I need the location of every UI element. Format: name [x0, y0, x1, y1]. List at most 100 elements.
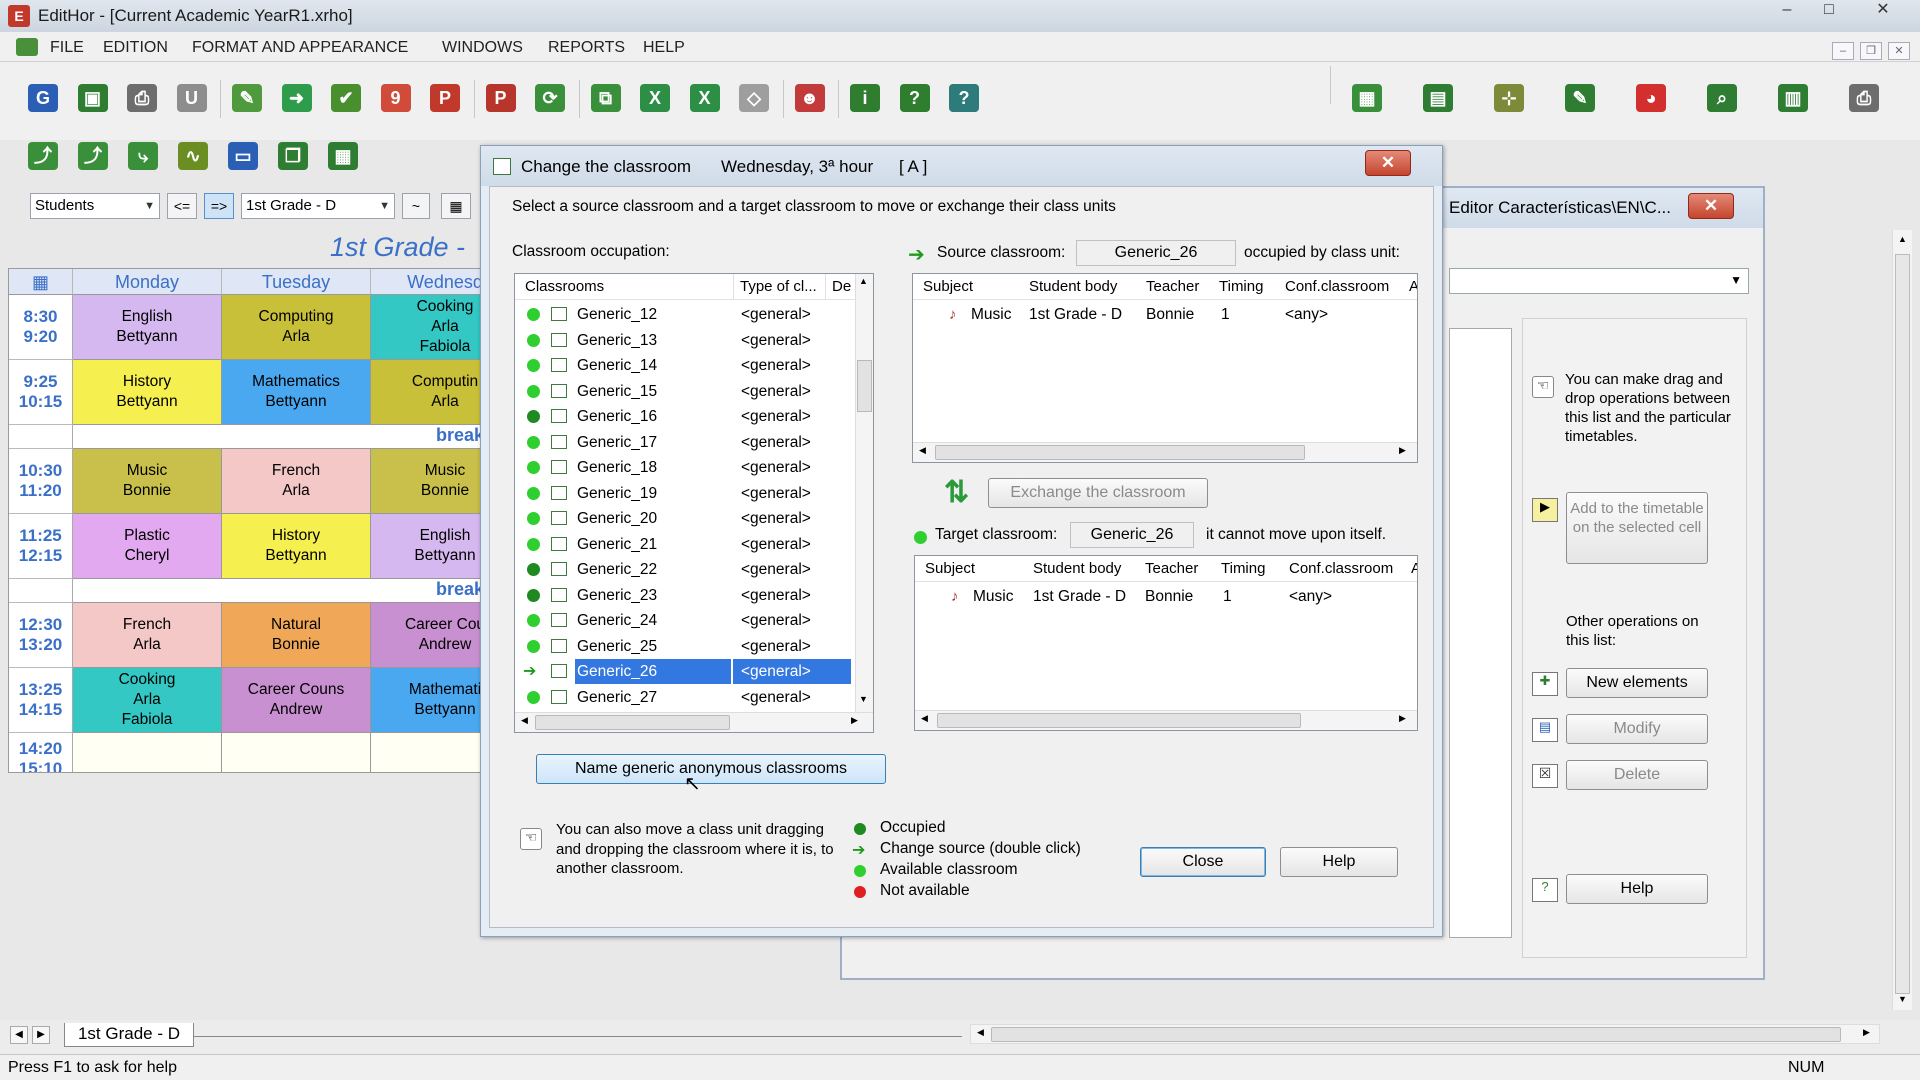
name-generic-classrooms-button[interactable]: Name generic anonymous classrooms: [536, 754, 886, 784]
timetable-cell[interactable]: Computing Arla: [222, 295, 371, 360]
units-column-header[interactable]: Subject: [923, 274, 973, 300]
exchange-classroom-button[interactable]: Exchange the classroom: [988, 478, 1208, 508]
units-column-header[interactable]: A: [1411, 556, 1417, 582]
help-button[interactable]: Help: [1280, 847, 1398, 877]
view-select[interactable]: Students ▼: [30, 193, 160, 219]
dialog-close-x-button[interactable]: ✕: [1365, 150, 1411, 176]
timetable-cell[interactable]: English Bettyann: [73, 295, 222, 360]
classroom-row[interactable]: Generic_21 <general>: [515, 532, 855, 558]
units-column-header[interactable]: Student body: [1029, 274, 1117, 300]
menu-reports[interactable]: REPORTS: [548, 39, 625, 57]
units-column-header[interactable]: A: [1409, 274, 1417, 300]
chart-edit-icon[interactable]: ✎: [232, 84, 262, 112]
timetable-cell[interactable]: Music Bonnie: [371, 449, 481, 514]
main-vscrollbar[interactable]: ▲ ▼: [1892, 230, 1912, 1010]
move-right-icon[interactable]: ⤷: [128, 142, 158, 170]
classroom-row[interactable]: Generic_16 <general>: [515, 404, 855, 430]
classroom-list-vscrollbar[interactable]: ▲ ▼: [855, 274, 873, 712]
help-icon[interactable]: ?: [899, 84, 930, 112]
timetable-cell[interactable]: Career Couns Andrew: [222, 668, 371, 733]
close-button[interactable]: Close: [1140, 847, 1266, 877]
classroom-row[interactable]: Generic_13 <general>: [515, 328, 855, 354]
timetable-cell[interactable]: French Arla: [222, 449, 371, 514]
table-icon[interactable]: ▥: [1778, 84, 1808, 112]
zoom-icon[interactable]: ⌕: [1707, 84, 1737, 112]
units-column-header[interactable]: Teacher: [1146, 274, 1199, 300]
timetable-cell[interactable]: Mathematics Bettyann: [222, 360, 371, 425]
refresh-icon[interactable]: ⟳: [535, 84, 565, 112]
timetable-cell[interactable]: Cooking Arla Fabiola: [73, 668, 222, 733]
menu-format[interactable]: FORMAT AND APPEARANCE: [192, 39, 408, 57]
timetable-cell[interactable]: Natural Bonnie: [222, 603, 371, 668]
timetable-cell[interactable]: History Bettyann: [73, 360, 222, 425]
tree-icon[interactable]: ⊹: [1494, 84, 1524, 112]
move-up-icon[interactable]: ⤴: [28, 142, 58, 170]
timetable-cell[interactable]: Music Bonnie: [73, 449, 222, 514]
eraser-icon[interactable]: ◇: [739, 84, 769, 112]
ghc-icon[interactable]: G: [28, 84, 58, 112]
classroom-row[interactable]: Generic_15 <general>: [515, 379, 855, 405]
col-type[interactable]: Type of cl...: [733, 274, 817, 300]
previous-button[interactable]: <=: [167, 193, 197, 219]
excel2-icon[interactable]: X: [689, 84, 720, 112]
units-column-header[interactable]: Timing: [1221, 556, 1265, 582]
export-icon[interactable]: ➜: [281, 84, 312, 112]
timetable-cell[interactable]: [222, 733, 371, 772]
palette-icon[interactable]: ◕: [1636, 84, 1666, 112]
classroom-row[interactable]: Generic_25 <general>: [515, 634, 855, 660]
hscroll-thumb[interactable]: [535, 715, 730, 730]
new-elements-button[interactable]: New elements: [1566, 668, 1708, 698]
units-column-header[interactable]: Conf.classroom: [1289, 556, 1393, 582]
main-hscrollbar[interactable]: ◀ ▶: [970, 1024, 1880, 1044]
units-column-header[interactable]: Subject: [925, 556, 975, 582]
classroom-row[interactable]: Generic_17 <general>: [515, 430, 855, 456]
hscroll-thumb[interactable]: [937, 713, 1301, 728]
features-editor-list[interactable]: [1449, 328, 1512, 938]
info-icon[interactable]: i: [850, 84, 880, 112]
classroom-row[interactable]: Generic_24 <general>: [515, 608, 855, 634]
timetable-cell[interactable]: Plastic Cheryl: [73, 514, 222, 579]
sheet-icon[interactable]: ▦: [328, 142, 358, 170]
close-window-button[interactable]: ✕: [1862, 0, 1904, 22]
target-units-list[interactable]: ◀ ▶ Subject Student body Teacher Timing Conf…: [914, 555, 1418, 731]
col-description[interactable]: De: [825, 274, 851, 300]
menu-file[interactable]: FILE: [50, 39, 84, 57]
timetable-cell[interactable]: Career Cou Andrew: [371, 603, 481, 668]
timetable-cell[interactable]: History Bettyann: [222, 514, 371, 579]
delete-button[interactable]: Delete: [1566, 760, 1708, 790]
check-icon[interactable]: ✔: [331, 84, 361, 112]
calendar-icon[interactable]: 9: [380, 84, 411, 112]
tilde-button[interactable]: ~: [402, 193, 430, 219]
timetable-cell[interactable]: Mathemati Bettyann: [371, 668, 481, 733]
excel-icon[interactable]: X: [640, 84, 670, 112]
classroom-row[interactable]: Generic_12 <general>: [515, 302, 855, 328]
timetable-cell[interactable]: Cooking Arla Fabiola: [371, 295, 481, 360]
vscroll-thumb[interactable]: [1895, 254, 1910, 994]
pdf-icon[interactable]: P: [430, 84, 460, 112]
print-icon[interactable]: ⎙: [127, 84, 157, 112]
classroom-row[interactable]: Generic_23 <general>: [515, 583, 855, 609]
maximize-button[interactable]: □: [1808, 0, 1850, 22]
timetable-cell[interactable]: French Arla: [73, 603, 222, 668]
attach-icon[interactable]: U: [176, 84, 207, 112]
folder-up-icon[interactable]: ⤴: [78, 142, 108, 170]
copy-icon[interactable]: ⧉: [590, 84, 621, 112]
tab-next-icon[interactable]: ▶: [32, 1026, 50, 1044]
scroll-thumb[interactable]: [857, 360, 872, 412]
timetable-cell[interactable]: Computin Arla: [371, 360, 481, 425]
classroom-row[interactable]: Generic_20 <general>: [515, 506, 855, 532]
timetable-cell[interactable]: [371, 733, 481, 772]
pen-check-icon[interactable]: ✎: [1565, 84, 1595, 112]
hscroll-thumb[interactable]: [991, 1027, 1841, 1042]
printer2-icon[interactable]: ⎙: [1849, 84, 1879, 112]
minimize-button[interactable]: –: [1766, 0, 1808, 22]
save-icon[interactable]: ▣: [77, 84, 108, 112]
units-column-header[interactable]: Teacher: [1145, 556, 1198, 582]
units-column-header[interactable]: Timing: [1219, 274, 1263, 300]
sheet-tab[interactable]: 1st Grade - D: [64, 1023, 194, 1047]
source-units-hscrollbar[interactable]: ◀ ▶: [913, 442, 1417, 462]
classroom-row[interactable]: Generic_14 <general>: [515, 353, 855, 379]
classroom-row[interactable]: Generic_22 <general>: [515, 557, 855, 583]
timetable-cell[interactable]: [73, 733, 222, 772]
wave-icon[interactable]: ∿: [178, 142, 208, 170]
